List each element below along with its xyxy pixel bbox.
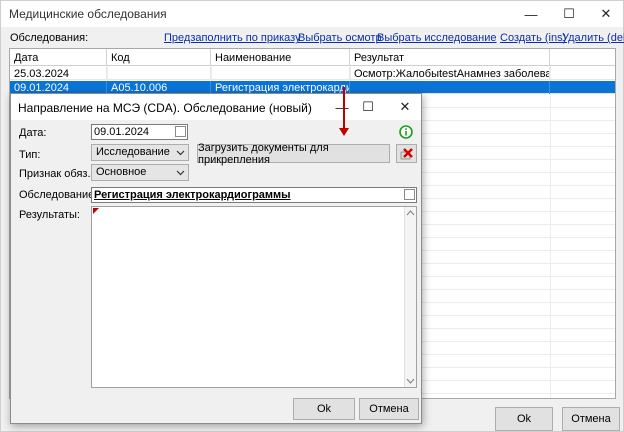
delete-link[interactable]: Удалить (del) — [562, 32, 624, 44]
maximize-button[interactable]: ☐ — [552, 1, 586, 27]
close-button[interactable]: ✕ — [589, 1, 623, 27]
dialog-titlebar: Направление на МСЭ (CDA). Обследование (… — [11, 94, 421, 120]
type-select-value: Исследование — [96, 146, 170, 158]
results-textarea[interactable] — [91, 206, 417, 388]
scroll-up-icon[interactable] — [406, 209, 415, 217]
column-header-date[interactable]: Дата — [10, 49, 107, 66]
type-label: Тип: — [19, 149, 41, 161]
dialog-close-button[interactable]: ✕ — [388, 94, 422, 120]
date-label: Дата: — [19, 127, 47, 139]
exam-dialog: Направление на МСЭ (CDA). Обследование (… — [10, 93, 422, 424]
table-header: Дата Код Наименование Результат — [10, 49, 615, 66]
upload-documents-button[interactable]: Загрузить документы для прикрепления — [197, 142, 390, 166]
cell-date: 25.03.2024 — [10, 67, 107, 80]
window-title: Медицинские обследования — [9, 7, 167, 21]
results-label: Результаты: — [19, 209, 80, 221]
type-select[interactable]: Исследование — [91, 144, 189, 161]
cancel-button[interactable]: Отмена — [562, 407, 620, 431]
cell-code — [107, 67, 211, 80]
dialog-title: Направление на МСЭ (CDA). Обследование (… — [18, 101, 312, 115]
scroll-down-icon[interactable] — [406, 377, 415, 385]
select-study-link[interactable]: Выбрать исследование — [377, 32, 497, 44]
minimize-button[interactable]: — — [514, 1, 548, 27]
mandatory-select[interactable]: Основное — [91, 164, 189, 181]
cell-name — [211, 67, 350, 80]
red-x-clear-icon — [400, 147, 413, 159]
dialog-ok-button[interactable]: Ok — [293, 398, 355, 420]
study-label: Обследование: — [19, 189, 98, 201]
clear-button[interactable] — [396, 144, 417, 163]
dialog-cancel-button[interactable]: Отмена — [359, 398, 419, 420]
cell-result: Осмотр:ЖалобыtestАнамнез заболеванияte..… — [350, 67, 550, 80]
annotation-arrowhead-icon — [339, 128, 349, 136]
chevron-down-icon — [176, 170, 185, 176]
required-marker — [93, 208, 99, 214]
mandatory-label: Признак обяз.: — [19, 168, 94, 180]
results-scrollbar[interactable] — [404, 207, 416, 387]
dialog-maximize-button[interactable]: ☐ — [351, 94, 385, 120]
mandatory-select-value: Основное — [96, 166, 147, 178]
date-field[interactable]: 09.01.2024 — [91, 124, 188, 140]
window-titlebar: Медицинские обследования — ☐ ✕ — [1, 1, 623, 27]
exams-label: Обследования: — [10, 32, 89, 44]
column-header-name[interactable]: Наименование — [211, 49, 350, 66]
prefill-by-order-link[interactable]: Предзаполнить по приказу — [164, 32, 301, 44]
select-exam-link[interactable]: Выбрать осмотр — [298, 32, 382, 44]
study-lookup-icon[interactable] — [404, 189, 415, 200]
table-row[interactable]: 25.03.2024 Осмотр:ЖалобыtestАнамнез забо… — [10, 67, 615, 80]
calendar-picker-icon[interactable] — [175, 126, 186, 137]
create-link[interactable]: Создать (ins) — [500, 32, 566, 44]
exams-toolbar: Обследования: Предзаполнить по приказу В… — [1, 29, 624, 47]
chevron-down-icon — [176, 150, 185, 156]
ok-button[interactable]: Ok — [495, 407, 553, 431]
info-icon[interactable] — [399, 125, 413, 139]
annotation-arrow — [343, 87, 345, 132]
study-field[interactable]: Регистрация электрокардиограммы — [91, 187, 417, 203]
column-header-result[interactable]: Результат — [350, 49, 550, 66]
column-header-code[interactable]: Код — [107, 49, 211, 66]
